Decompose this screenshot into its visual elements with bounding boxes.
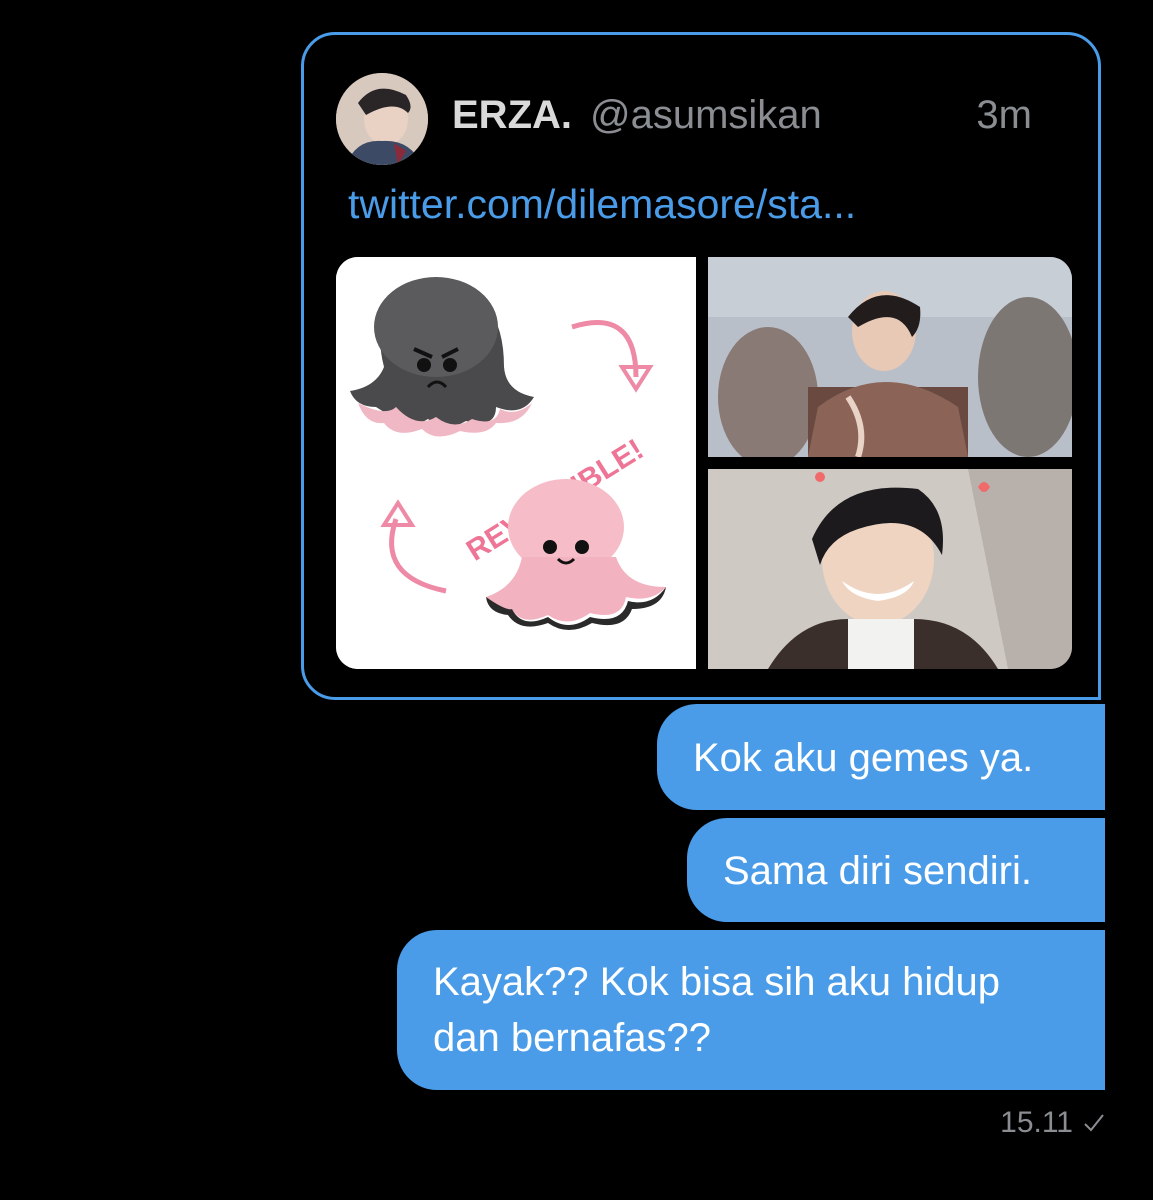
- tweet-time: 3m: [976, 93, 1032, 137]
- media-image-octopus[interactable]: REVERSIBLE!: [336, 257, 696, 669]
- message-bubble[interactable]: Kayak?? Kok bisa sih aku hidup dan berna…: [397, 930, 1105, 1090]
- message-text: Kayak?? Kok bisa sih aku hidup dan berna…: [433, 960, 1001, 1060]
- tweet-display-name[interactable]: ERZA.: [452, 93, 572, 138]
- media-image-photo-2[interactable]: [708, 469, 1072, 669]
- tweet-link[interactable]: twitter.com/dilemasore/sta...: [348, 181, 856, 228]
- message-bubble[interactable]: Kok aku gemes ya.: [657, 704, 1105, 810]
- check-icon: [1084, 1114, 1104, 1132]
- tweet-media-grid: REVERSIBLE!: [336, 257, 1072, 669]
- avatar[interactable]: [336, 73, 428, 165]
- message-text: Sama diri sendiri.: [723, 849, 1033, 893]
- tweet-header: ERZA. @asumsikan: [452, 93, 1052, 143]
- message-timestamp: 15.11: [1000, 1106, 1073, 1139]
- quoted-tweet-card[interactable]: ERZA. @asumsikan 3m twitter.com/dilemaso…: [301, 32, 1101, 700]
- message-status: 15.11: [1000, 1106, 1105, 1140]
- dm-conversation: ERZA. @asumsikan 3m twitter.com/dilemaso…: [0, 0, 1153, 1200]
- tweet-handle[interactable]: @asumsikan: [590, 93, 822, 138]
- message-bubble[interactable]: Sama diri sendiri.: [687, 818, 1105, 922]
- message-text: Kok aku gemes ya.: [693, 736, 1034, 780]
- media-image-photo-1[interactable]: [708, 257, 1072, 457]
